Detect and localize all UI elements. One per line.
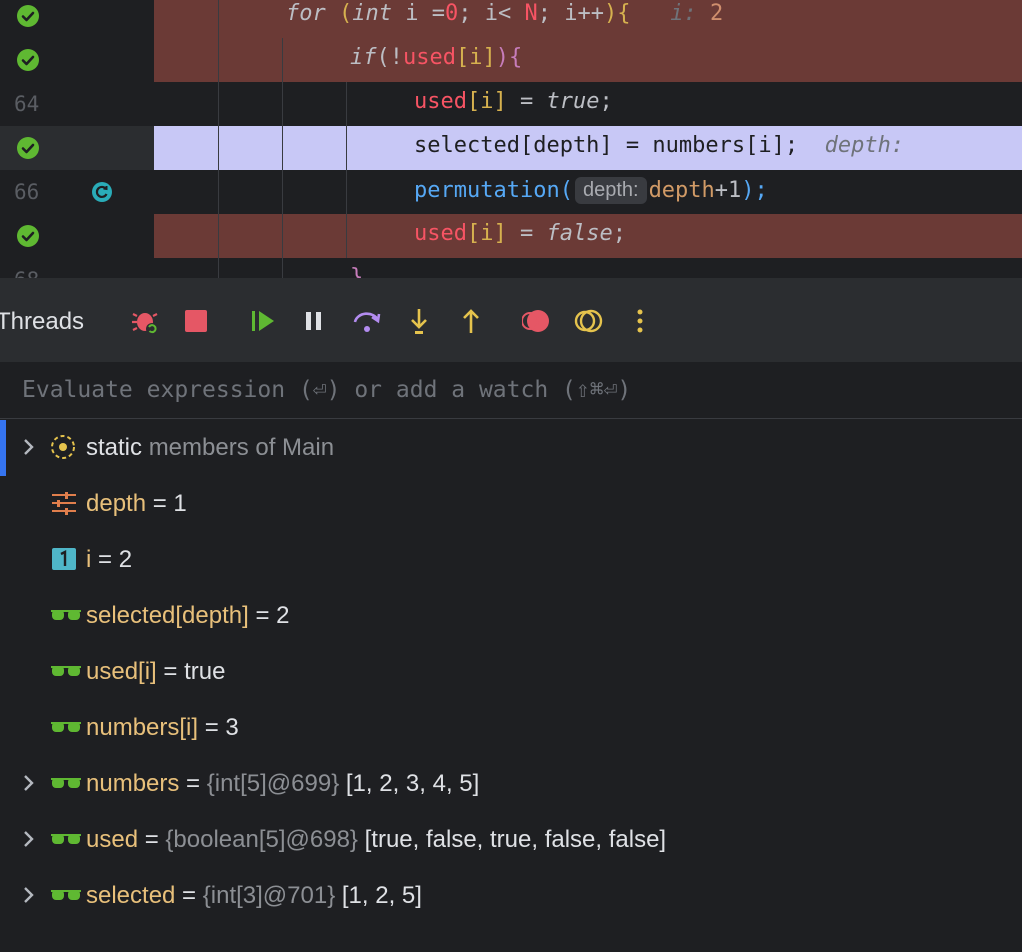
variable-value: [true, false, true, false, false] bbox=[357, 826, 667, 853]
static-members-icon bbox=[50, 434, 78, 460]
watch-icon bbox=[50, 882, 81, 908]
watch-icon bbox=[50, 658, 81, 684]
variable-node[interactable]: i = 2 bbox=[0, 532, 1022, 588]
gutter-cell[interactable]: 68 bbox=[0, 258, 154, 278]
code-text: used[i] = true; bbox=[414, 89, 613, 114]
gutter-cell[interactable] bbox=[0, 38, 154, 82]
code-text: used[i] = false; bbox=[414, 221, 626, 246]
step-out-icon[interactable] bbox=[456, 306, 486, 336]
variable-node[interactable]: used[i] = true bbox=[0, 644, 1022, 700]
gutter-cell[interactable] bbox=[0, 0, 154, 38]
variable-type: {int[5]@699} bbox=[206, 770, 340, 797]
parameter-hint: depth: bbox=[574, 177, 647, 204]
variable-name: selected bbox=[86, 882, 176, 909]
indent-guide bbox=[218, 0, 219, 278]
gutter-cell[interactable] bbox=[0, 126, 154, 170]
indent-guide bbox=[346, 82, 347, 258]
line-number: 68 bbox=[14, 268, 39, 278]
current-execution-line[interactable]: selected[depth] = numbers[i]; depth: bbox=[0, 126, 1022, 170]
variable-name: numbers bbox=[86, 770, 180, 797]
variable-value: 1 bbox=[173, 490, 187, 517]
variable-name: used[i] bbox=[86, 658, 157, 685]
variable-name: selected[depth] bbox=[86, 602, 249, 629]
variable-type: {boolean[5]@698} bbox=[165, 826, 358, 853]
gutter-cell[interactable]: 66 bbox=[0, 170, 154, 214]
step-into-icon[interactable] bbox=[404, 306, 434, 336]
variable-value: 2 bbox=[276, 602, 290, 629]
variable-name: static bbox=[86, 434, 143, 461]
resume-icon[interactable] bbox=[248, 306, 278, 336]
variable-value: 3 bbox=[225, 714, 239, 741]
rerun-debug-icon[interactable] bbox=[130, 306, 160, 336]
variable-name: used bbox=[86, 826, 139, 853]
watch-icon bbox=[50, 826, 81, 852]
stop-icon[interactable] bbox=[182, 306, 212, 336]
parameter-icon bbox=[50, 490, 78, 516]
indent-guide bbox=[282, 38, 283, 278]
evaluate-expression-input[interactable] bbox=[8, 362, 1008, 418]
local-variable-icon bbox=[50, 546, 78, 572]
code-line[interactable]: used[i] = false; bbox=[0, 214, 1022, 258]
variable-node[interactable]: static members of Main bbox=[0, 420, 1022, 476]
code-text: } bbox=[350, 265, 364, 278]
line-number: 66 bbox=[14, 180, 40, 204]
variable-type: {int[3]@701} bbox=[202, 882, 336, 909]
watch-icon bbox=[50, 602, 81, 628]
line-number: 64 bbox=[14, 92, 40, 116]
variable-name: numbers[i] bbox=[86, 714, 199, 741]
chevron-right-icon[interactable] bbox=[20, 884, 38, 906]
code-text: for (int i =0; i< N; i++){ i: 2 bbox=[286, 1, 724, 26]
gutter-cell[interactable] bbox=[0, 214, 154, 258]
more-icon[interactable] bbox=[626, 306, 656, 336]
code-line[interactable]: for (int i =0; i< N; i++){ i: 2 bbox=[0, 0, 1022, 38]
variable-node[interactable]: numbers = {int[5]@699} [1, 2, 3, 4, 5] bbox=[0, 756, 1022, 812]
chevron-right-icon[interactable] bbox=[20, 828, 38, 850]
variable-node[interactable]: depth = 1 bbox=[0, 476, 1022, 532]
chevron-right-icon[interactable] bbox=[20, 772, 38, 794]
variable-value: [1, 2, 5] bbox=[335, 882, 422, 909]
step-over-icon[interactable] bbox=[352, 306, 382, 336]
breakpoint-verified-icon[interactable] bbox=[17, 49, 39, 71]
variables-tree: static members of Main depth = 1 i = 2 s… bbox=[0, 420, 1022, 952]
debug-toolbar: Threads bbox=[0, 278, 1022, 362]
threads-tab[interactable]: Threads bbox=[0, 308, 84, 336]
variable-node[interactable]: selected = {int[3]@701} [1, 2, 5] bbox=[0, 868, 1022, 924]
view-breakpoints-icon[interactable] bbox=[521, 306, 552, 336]
variable-value: 2 bbox=[118, 546, 133, 573]
code-text: permutation(depth: depth+1); bbox=[414, 177, 768, 204]
chevron-right-icon[interactable] bbox=[20, 436, 38, 458]
breakpoint-verified-icon[interactable] bbox=[17, 137, 39, 159]
code-text: if(!used[i]){ bbox=[350, 45, 523, 70]
breakpoint-verified-icon[interactable] bbox=[17, 5, 39, 27]
code-line[interactable]: 66 permutation(depth: depth+1); bbox=[0, 170, 1022, 214]
variable-type: members of Main bbox=[148, 434, 335, 461]
recursive-call-icon bbox=[90, 180, 114, 204]
variable-node[interactable]: used = {boolean[5]@698} [true, false, tr… bbox=[0, 812, 1022, 868]
variable-name: depth bbox=[86, 490, 147, 517]
mute-breakpoints-icon[interactable] bbox=[574, 306, 604, 336]
code-text: selected[depth] = numbers[i]; depth: bbox=[414, 133, 905, 158]
code-line[interactable]: 68 } bbox=[0, 258, 1022, 278]
code-line[interactable]: 64 used[i] = true; bbox=[0, 82, 1022, 126]
pause-icon[interactable] bbox=[300, 306, 330, 336]
variable-node[interactable]: selected[depth] = 2 bbox=[0, 588, 1022, 644]
watch-icon bbox=[50, 714, 81, 740]
breakpoint-verified-icon[interactable] bbox=[17, 225, 39, 247]
gutter-cell[interactable]: 64 bbox=[0, 82, 154, 126]
evaluate-expression-bar bbox=[0, 362, 1022, 419]
variable-value: true bbox=[184, 658, 226, 685]
code-editor[interactable]: for (int i =0; i< N; i++){ i: 2 if(!used… bbox=[0, 0, 1022, 278]
code-line[interactable]: if(!used[i]){ bbox=[0, 38, 1022, 82]
variable-node[interactable]: numbers[i] = 3 bbox=[0, 700, 1022, 756]
watch-icon bbox=[50, 770, 81, 796]
variable-value: [1, 2, 3, 4, 5] bbox=[339, 770, 480, 797]
